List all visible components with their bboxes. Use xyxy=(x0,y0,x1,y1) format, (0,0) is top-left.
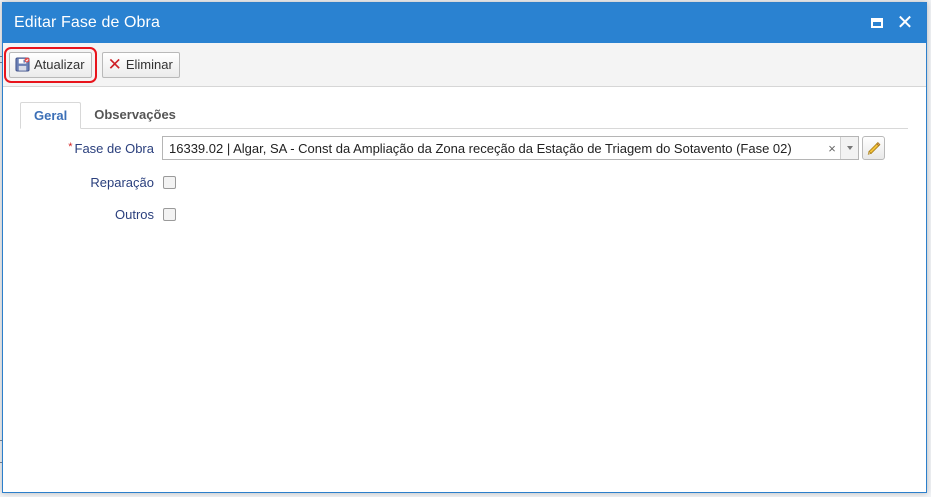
tab-strip: Geral Observações xyxy=(20,101,908,129)
pencil-icon xyxy=(867,142,880,155)
tab-observacoes[interactable]: Observações xyxy=(81,101,189,128)
tab-geral[interactable]: Geral xyxy=(20,102,82,129)
dropdown-arrow-button[interactable] xyxy=(840,137,858,159)
edit-fase-button[interactable] xyxy=(862,136,885,160)
save-icon xyxy=(15,57,30,72)
maximize-icon xyxy=(871,18,883,28)
fase-de-obra-value: 16339.02 | Algar, SA - Const da Ampliaçã… xyxy=(169,140,792,156)
close-icon: ✕ xyxy=(896,12,914,34)
dialog-title: Editar Fase de Obra xyxy=(14,14,160,31)
outros-row: Outros xyxy=(3,202,176,226)
close-button[interactable]: ✕ xyxy=(894,12,916,34)
chevron-down-icon xyxy=(846,146,853,150)
delete-button[interactable]: ✕ Eliminar xyxy=(101,51,180,78)
fase-de-obra-label-wrap: * Fase de Obra xyxy=(3,141,162,156)
dialog-titlebar[interactable]: Editar Fase de Obra ✕ xyxy=(3,3,926,43)
delete-x-icon: ✕ xyxy=(107,55,122,74)
update-button[interactable]: Atualizar xyxy=(4,46,97,83)
toolbar: Atualizar ✕ Eliminar xyxy=(3,43,926,87)
reparacao-row: Reparação xyxy=(3,170,176,194)
fase-de-obra-combobox[interactable]: 16339.02 | Algar, SA - Const da Ampliaçã… xyxy=(162,136,859,160)
outros-checkbox[interactable] xyxy=(163,207,176,221)
tab-geral-label: Geral xyxy=(34,108,68,123)
reparacao-checkbox[interactable] xyxy=(163,175,176,189)
fase-de-obra-label: Fase de Obra xyxy=(74,140,155,156)
maximize-button[interactable] xyxy=(866,12,888,34)
clear-icon[interactable]: × xyxy=(824,141,840,156)
tab-observacoes-label: Observações xyxy=(94,107,176,122)
outros-label: Outros xyxy=(114,206,154,222)
fase-de-obra-row: * Fase de Obra 16339.02 | Algar, SA - Con… xyxy=(3,136,885,160)
reparacao-label: Reparação xyxy=(90,174,154,190)
update-button-label: Atualizar xyxy=(34,57,85,72)
edit-dialog: Editar Fase de Obra ✕ Atualizar ✕ Elimin… xyxy=(2,2,927,493)
delete-button-label: Eliminar xyxy=(125,57,173,72)
required-marker: * xyxy=(68,140,73,153)
